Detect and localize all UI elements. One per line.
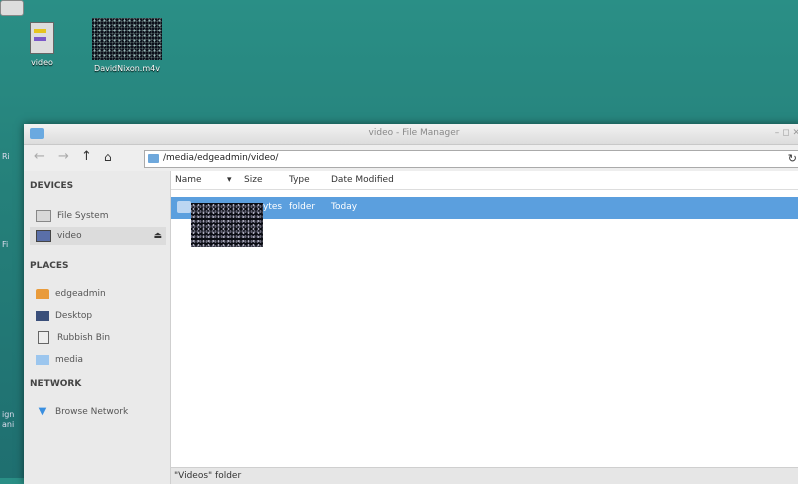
sidebar-item-file-system[interactable]: File System bbox=[30, 207, 166, 225]
trash-icon bbox=[38, 331, 49, 344]
toolbar: ← → ↑ ⌂ /media/edgeadmin/video/ ↻ bbox=[24, 145, 798, 171]
folder-icon bbox=[177, 201, 191, 213]
column-name[interactable]: Name bbox=[175, 175, 202, 185]
sidebar-item-edgeadmin[interactable]: edgeadmin bbox=[30, 285, 166, 303]
location-bar[interactable]: /media/edgeadmin/video/ ↻ bbox=[144, 150, 798, 168]
window-controls[interactable]: – ◻ ✕ bbox=[775, 128, 798, 138]
edge-text: Fi bbox=[2, 240, 9, 249]
back-icon[interactable]: ← bbox=[34, 149, 45, 165]
refresh-icon[interactable]: ↻ bbox=[788, 152, 797, 165]
home-icon[interactable]: ⌂ bbox=[104, 149, 112, 165]
sidebar-header-places: PLACES bbox=[30, 261, 69, 271]
sidebar-item-label: media bbox=[55, 355, 84, 365]
sidebar-item-label: Browse Network bbox=[55, 407, 129, 417]
network-icon: ▼ bbox=[38, 405, 47, 417]
edge-text: ign bbox=[2, 410, 15, 419]
desktop-icon bbox=[36, 310, 49, 321]
sidebar-item-rubbish-bin[interactable]: Rubbish Bin bbox=[30, 329, 166, 347]
desktop-icon-video[interactable]: video bbox=[22, 22, 62, 68]
sort-icon[interactable]: ▾ bbox=[227, 175, 232, 185]
sidebar-item-desktop[interactable]: Desktop bbox=[30, 307, 166, 325]
column-size[interactable]: Size bbox=[244, 175, 262, 185]
sidebar-item-video[interactable]: video ⏏ bbox=[30, 227, 166, 245]
column-header: Name ▾ Size Type Date Modified bbox=[171, 171, 798, 190]
folder-icon bbox=[36, 354, 49, 365]
edge-text: ani bbox=[2, 420, 15, 429]
file-list: Name ▾ Size Type Date Modified ytes fold… bbox=[171, 171, 798, 468]
trash-icon[interactable] bbox=[0, 0, 24, 16]
column-date-modified[interactable]: Date Modified bbox=[331, 175, 394, 185]
up-icon[interactable]: ↑ bbox=[81, 149, 92, 165]
window-title: video - File Manager bbox=[368, 128, 460, 138]
edge-text: Ri bbox=[2, 152, 10, 161]
desktop-icon-video-file[interactable]: DavidNixon.m4v bbox=[88, 18, 166, 74]
sidebar-item-label: File System bbox=[57, 211, 109, 221]
forward-icon[interactable]: → bbox=[58, 149, 69, 165]
sidebar-header-devices: DEVICES bbox=[30, 181, 74, 191]
desktop-icon-label: video bbox=[31, 58, 53, 67]
redacted-thumbnail bbox=[191, 203, 263, 247]
drive-icon bbox=[30, 22, 54, 54]
sidebar-item-media[interactable]: media bbox=[30, 351, 166, 369]
folder-icon bbox=[148, 154, 159, 163]
status-bar: "Videos" folder bbox=[171, 467, 798, 484]
sidebar: DEVICES File System video ⏏ PLACES edgea… bbox=[24, 171, 171, 484]
cell-size: ytes bbox=[263, 202, 283, 212]
column-type[interactable]: Type bbox=[289, 175, 310, 185]
sidebar-item-label: Desktop bbox=[55, 311, 93, 321]
sidebar-item-label: video bbox=[57, 231, 82, 241]
home-icon bbox=[36, 288, 49, 299]
sidebar-item-browse-network[interactable]: ▼ Browse Network bbox=[30, 403, 166, 421]
sidebar-header-network: NETWORK bbox=[30, 379, 82, 389]
usb-drive-icon bbox=[36, 229, 51, 242]
video-thumbnail bbox=[92, 18, 162, 60]
sidebar-item-label: Rubbish Bin bbox=[57, 333, 111, 343]
file-manager-window: video - File Manager – ◻ ✕ ← → ↑ ⌂ /medi… bbox=[24, 124, 798, 484]
desktop-icon-label: DavidNixon.m4v bbox=[94, 64, 160, 73]
sidebar-item-label: edgeadmin bbox=[55, 289, 106, 299]
status-text: "Videos" folder bbox=[174, 471, 242, 481]
cell-type: folder bbox=[289, 202, 316, 212]
cell-modified: Today bbox=[331, 202, 358, 212]
eject-icon[interactable]: ⏏ bbox=[153, 227, 162, 245]
titlebar[interactable]: video - File Manager – ◻ ✕ bbox=[24, 124, 798, 145]
location-path[interactable]: /media/edgeadmin/video/ bbox=[163, 153, 278, 163]
drive-icon bbox=[36, 209, 51, 222]
table-row[interactable]: ytes folder Today bbox=[171, 197, 798, 219]
